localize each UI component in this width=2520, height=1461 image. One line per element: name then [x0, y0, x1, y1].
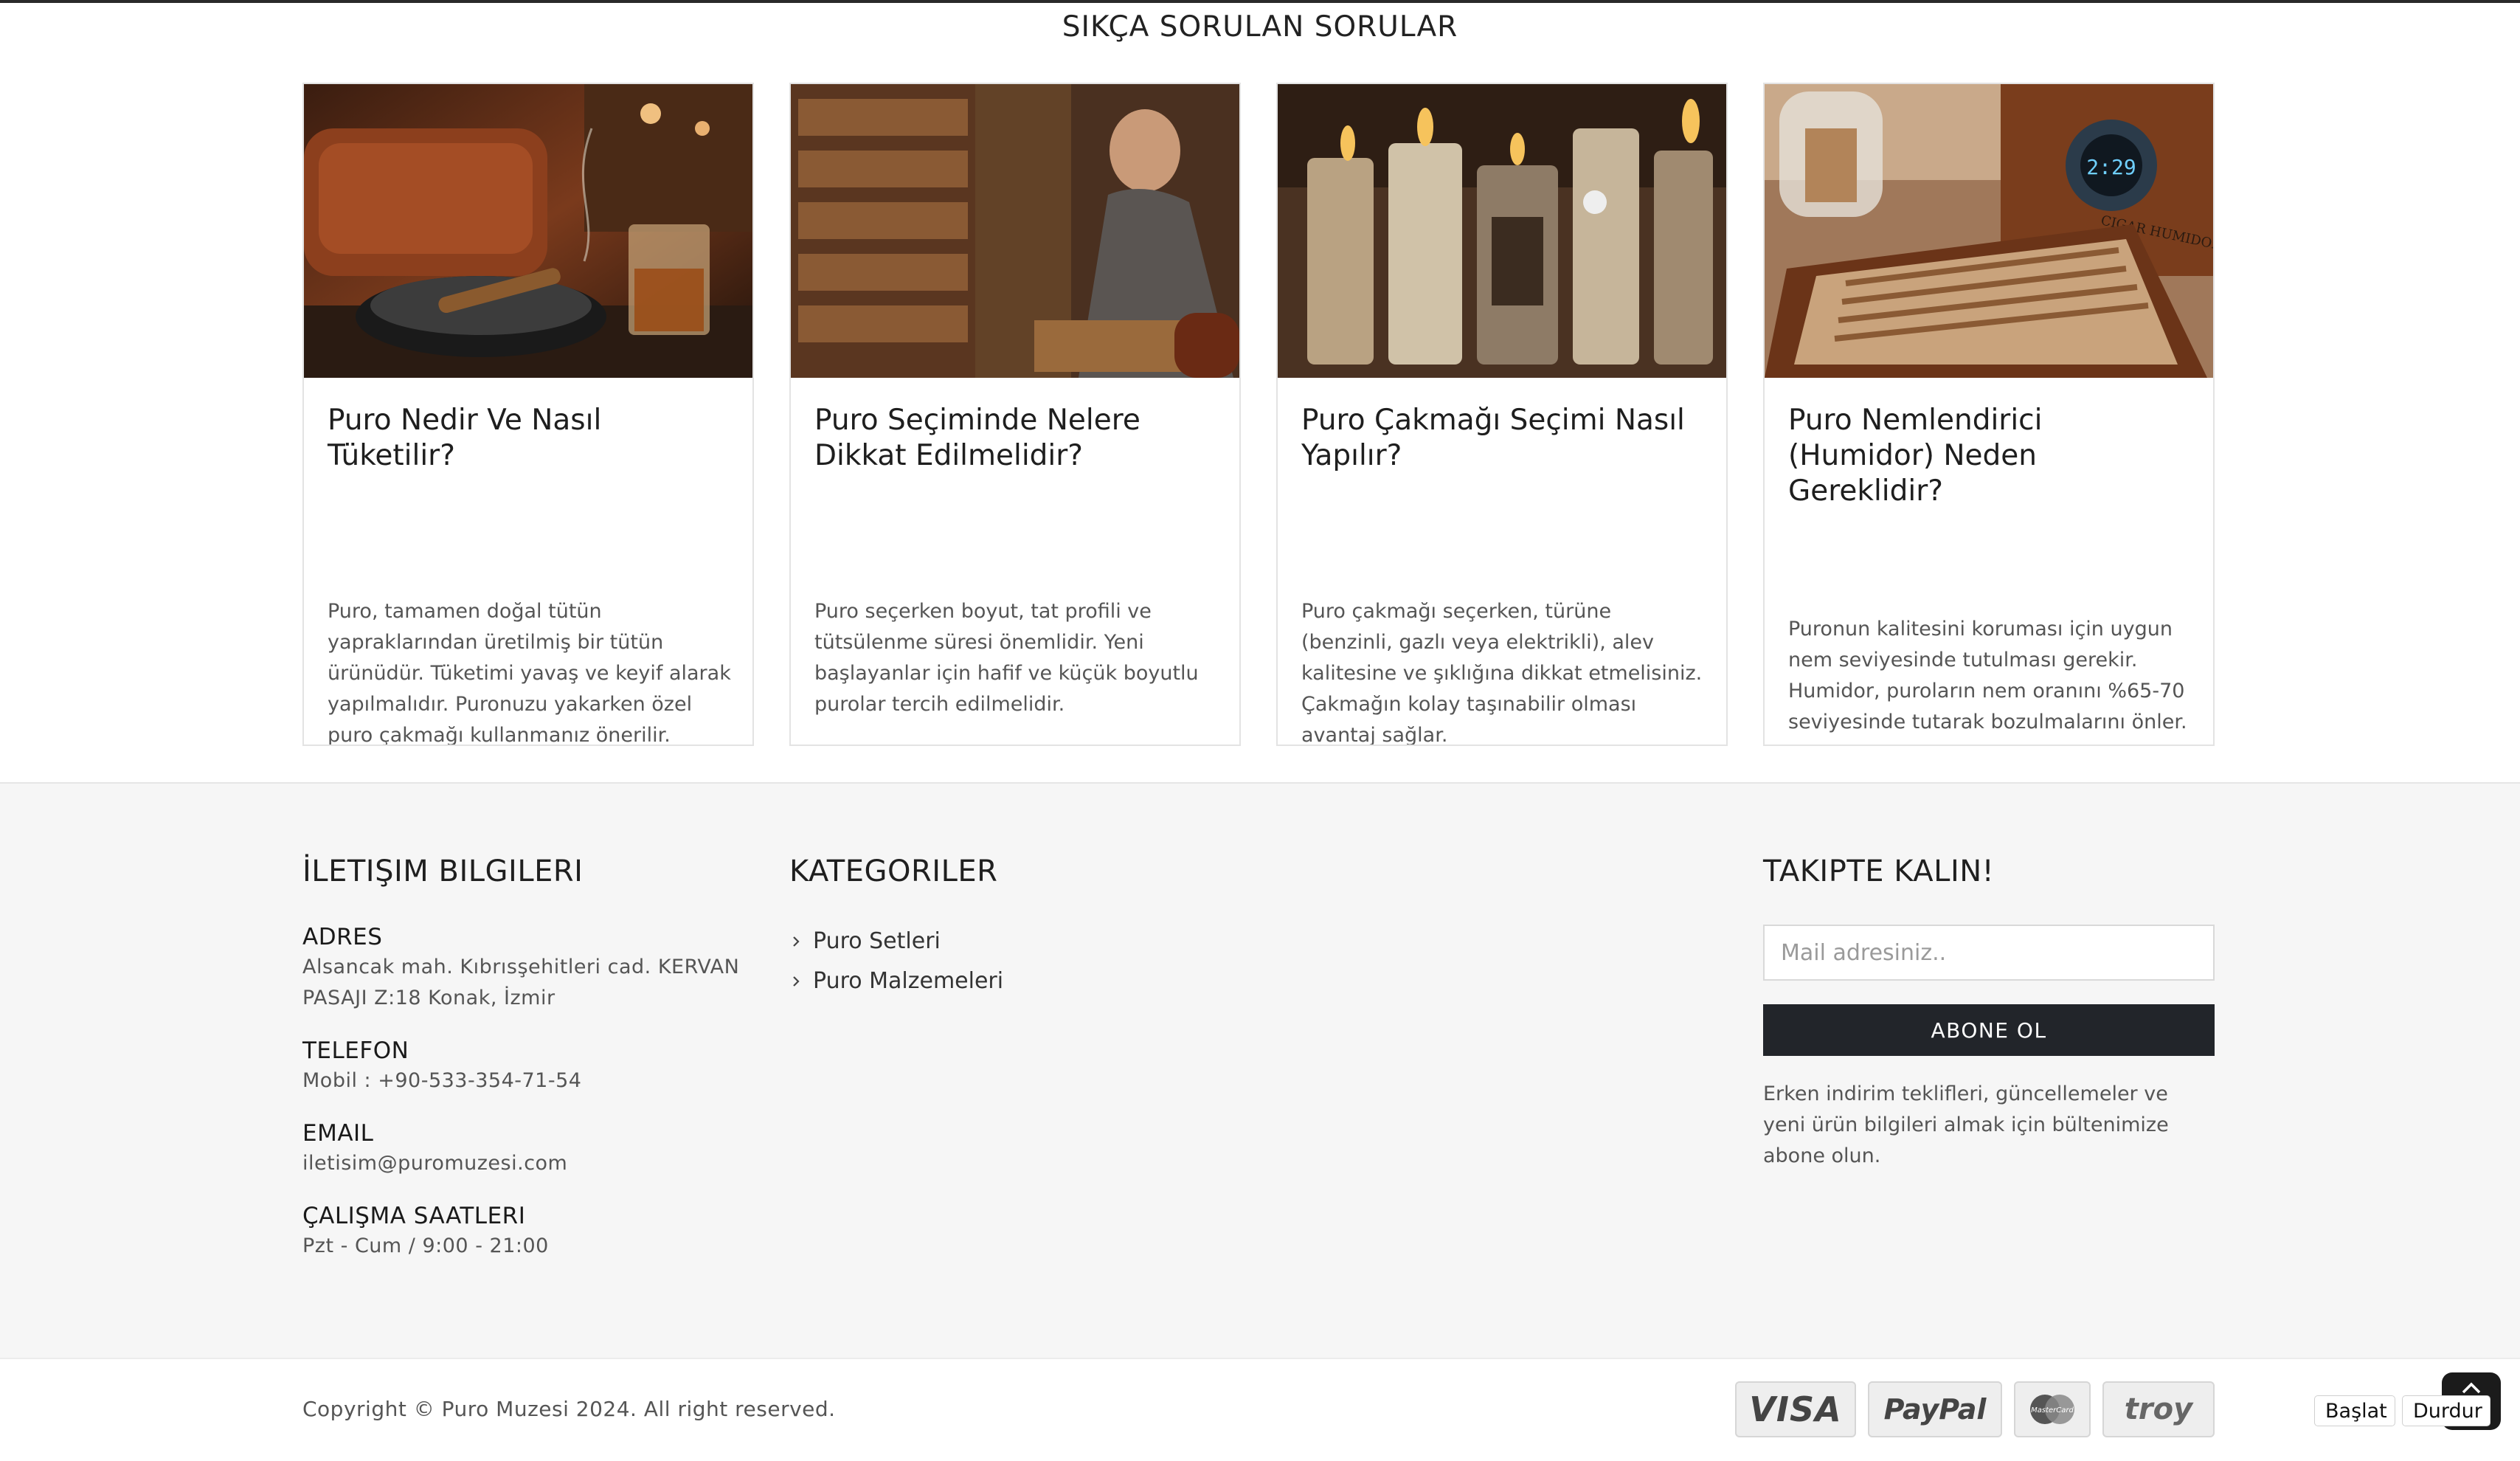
address-label: ADRES: [302, 924, 383, 950]
faq-card-what-is-cigar[interactable]: Puro Nedir Ve Nasıl Tüketilir? Puro, tam…: [302, 83, 754, 746]
phone-label: TELEFON: [302, 1037, 409, 1064]
category-link-puro-setleri[interactable]: Puro Setleri: [789, 928, 941, 954]
newsletter-note-line: yeni ürün bilgileri almak için bültenimi…: [1763, 1113, 2169, 1136]
paypal-logo: PayPal: [1868, 1381, 2002, 1437]
copyright-text: Copyright © Puro Muzesi 2024. All right …: [302, 1397, 836, 1421]
faq-card-title[interactable]: Puro Nedir Ve Nasıl Tüketilir?: [328, 403, 733, 474]
faq-card-humidor[interactable]: 2:29 CIGAR HUMIDOR Puro Nemlendirici (Hu…: [1763, 83, 2215, 746]
faq-card-title[interactable]: Puro Seçiminde Nelere Dikkat Edilmelidir…: [814, 403, 1220, 474]
category-label: Puro Malzemeleri: [813, 968, 1004, 994]
faq-card-text: Puro, tamamen doğal tütün yapraklarından…: [328, 600, 731, 746]
faq-card-lighter-selection[interactable]: Puro Çakmağı Seçimi Nasıl Yapılır? Puro …: [1276, 83, 1728, 746]
category-label: Puro Setleri: [813, 928, 941, 954]
troy-logo: troy: [2102, 1381, 2215, 1437]
chevron-right-icon: [793, 975, 800, 987]
faq-card-text: Puro çakmağı seçerken, türüne (benzinli,…: [1301, 600, 1703, 746]
faq-card-cigar-selection[interactable]: Puro Seçiminde Nelere Dikkat Edilmelidir…: [789, 83, 1241, 746]
email-value[interactable]: iletisim@puromuzesi.com: [302, 1148, 567, 1179]
paypal-label: PayPal: [1883, 1393, 1987, 1426]
mastercard-logo: MasterCard: [2014, 1381, 2091, 1437]
newsletter-note: Erken indirim teklifleri, güncellemeler …: [1763, 1079, 2206, 1172]
email-label: EMAIL: [302, 1120, 374, 1147]
mastercard-icon: MasterCard: [2030, 1395, 2074, 1424]
humidor-image: 2:29 CIGAR HUMIDOR: [1765, 84, 2213, 378]
newsletter-heading: TAKIPTE KALIN!: [1763, 854, 1995, 888]
hours-value: Pzt - Cum / 9:00 - 21:00: [302, 1234, 549, 1257]
contact-heading: İLETIŞIM BILGILERI: [302, 854, 584, 888]
phone-value[interactable]: Mobil : +90-533-354-71-54: [302, 1065, 581, 1096]
chevron-right-icon: [793, 936, 800, 947]
visa-label: VISA: [1749, 1389, 1842, 1429]
svg-text:2:29: 2:29: [2086, 155, 2136, 179]
faq-card-title[interactable]: Puro Nemlendirici (Humidor) Neden Gerekl…: [1788, 403, 2194, 509]
troy-label: troy: [2124, 1392, 2193, 1426]
stop-button[interactable]: Durdur: [2402, 1395, 2490, 1426]
svg-text:MasterCard: MasterCard: [2031, 1406, 2074, 1415]
subscribe-button[interactable]: ABONE OL: [1763, 1004, 2215, 1056]
hours-label: ÇALIŞMA SAATLERI: [302, 1203, 526, 1229]
address-line-1: Alsancak mah. Kıbrısşehitleri cad. KERVA…: [302, 956, 740, 978]
newsletter-note-line: abone olun.: [1763, 1144, 1881, 1167]
faq-section-title: SIKÇA SORULAN SORULAR: [1062, 10, 1458, 44]
chevron-up-icon: [2462, 1382, 2481, 1394]
cigar-shop-image: [791, 84, 1239, 378]
start-button[interactable]: Başlat: [2314, 1395, 2395, 1426]
category-link-puro-malzemeleri[interactable]: Puro Malzemeleri: [789, 968, 1003, 994]
address-line-2: PASAJI Z:18 Konak, İzmir: [302, 987, 555, 1009]
top-divider: [0, 0, 2520, 3]
lighters-image: [1278, 84, 1726, 378]
cigar-lounge-image: [304, 84, 752, 378]
faq-card-title[interactable]: Puro Çakmağı Seçimi Nasıl Yapılır?: [1301, 403, 1707, 474]
faq-card-text: Puronun kalitesini koruması için uygun n…: [1788, 618, 2187, 733]
visa-logo: VISA: [1735, 1381, 1856, 1437]
categories-heading: KATEGORILER: [789, 854, 998, 888]
newsletter-email-input[interactable]: [1763, 925, 2215, 981]
faq-card-text: Puro seçerken boyut, tat profili ve tüts…: [814, 600, 1199, 716]
newsletter-note-line: Erken indirim teklifleri, güncellemeler …: [1763, 1082, 2168, 1105]
